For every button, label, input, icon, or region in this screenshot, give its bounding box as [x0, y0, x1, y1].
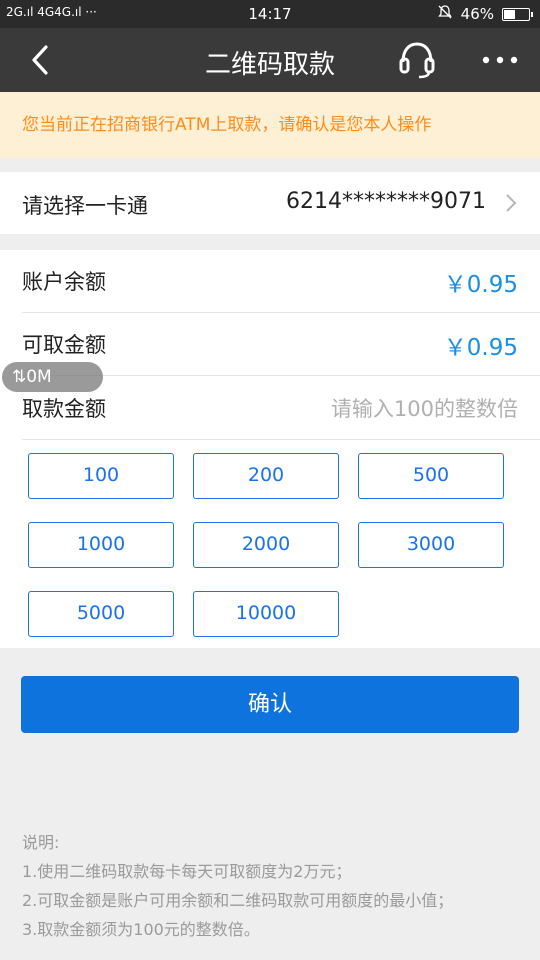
- status-bar: 2G.ıl 4G4G.ıl ··· 14:17 46%: [0, 0, 540, 28]
- instruction-item: 3.取款金额须为100元的整数倍。: [22, 920, 260, 939]
- headset-icon: [399, 42, 435, 79]
- network-speed-badge[interactable]: ⇅0M: [2, 362, 103, 392]
- instructions: 说明: 1.使用二维码取款每卡每天可取额度为2万元； 2.可取金额是账户可用余额…: [22, 828, 453, 944]
- card-select-row[interactable]: 请选择一卡通 6214********9071: [0, 172, 540, 234]
- amount-chip-10000[interactable]: 10000: [193, 591, 339, 637]
- amount-chip-5000[interactable]: 5000: [28, 591, 174, 637]
- available-row: 可取金额 ￥0.95: [22, 313, 540, 376]
- instruction-item: 2.可取金额是账户可用余额和二维码取款可用额度的最小值；: [22, 891, 454, 910]
- withdraw-amount-input[interactable]: 请输入100的整数倍: [331, 393, 518, 423]
- balance-row: 账户余额 ￥0.95: [22, 250, 540, 313]
- customer-service-button[interactable]: [398, 40, 436, 80]
- card-select-label: 请选择一卡通: [22, 194, 148, 218]
- battery-icon: [502, 7, 533, 21]
- card-number: 6214********9071: [286, 189, 486, 214]
- amount-panel: 账户余额 ￥0.95 可取金额 ￥0.95 取款金额 请输入100的整数倍 10…: [0, 250, 540, 648]
- available-label: 可取金额: [22, 333, 106, 357]
- more-button[interactable]: [480, 46, 520, 74]
- withdraw-amount-label: 取款金额: [22, 397, 106, 421]
- mute-bell-icon: [437, 4, 453, 24]
- available-value: ￥0.95: [443, 335, 518, 361]
- page-title: 二维码取款: [204, 50, 335, 80]
- balance-value: ￥0.95: [443, 272, 518, 298]
- amount-chip-3000[interactable]: 3000: [358, 522, 504, 568]
- instruction-item: 1.使用二维码取款每卡每天可取额度为2万元；: [22, 862, 352, 881]
- amount-chip-500[interactable]: 500: [358, 453, 504, 499]
- withdraw-amount-row[interactable]: 取款金额 请输入100的整数倍: [22, 377, 540, 440]
- more-dots-icon: [482, 56, 518, 64]
- nav-bar: 二维码取款: [0, 28, 540, 92]
- amount-chip-200[interactable]: 200: [193, 453, 339, 499]
- instructions-title: 说明:: [22, 833, 60, 852]
- battery-percent: 46%: [460, 5, 494, 23]
- amount-chip-2000[interactable]: 2000: [193, 522, 339, 568]
- amount-chip-1000[interactable]: 1000: [28, 522, 174, 568]
- amount-chip-100[interactable]: 100: [28, 453, 174, 499]
- chevron-right-icon: [504, 191, 518, 215]
- balance-label: 账户余额: [22, 270, 106, 294]
- security-notice: 您当前正在招商银行ATM上取款，请确认是您本人操作: [0, 92, 540, 158]
- confirm-button[interactable]: 确认: [21, 676, 519, 733]
